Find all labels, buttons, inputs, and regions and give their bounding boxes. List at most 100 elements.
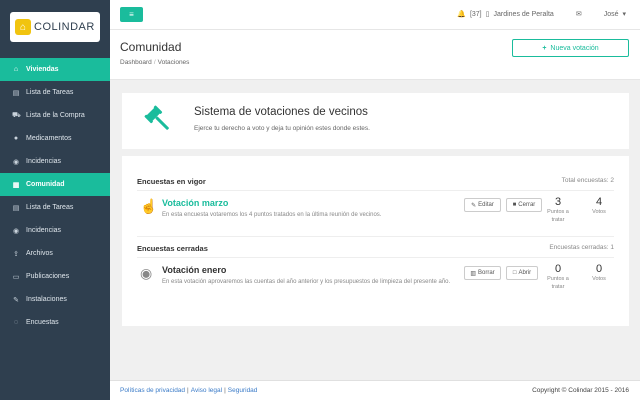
caret-down-icon[interactable]: ▾ [622,10,626,18]
sidebar-item-label: Viviendas [26,66,59,73]
page-header: Comunidad Dashboard / Votaciones + Nueva v… [110,30,640,80]
sidebar-item-archivos[interactable]: ⇪ Archivos [0,242,110,265]
sidebar-item-label: Comunidad [26,181,65,188]
close-survey-button[interactable]: ■ Cerrar [506,198,542,212]
copyright: Copyright © Colindar 2015 - 2016 [532,387,629,394]
newspaper-icon: ▭ [12,273,20,281]
plus-icon: + [542,44,547,52]
stat-votes-value: 0 [595,263,603,275]
sidebar-item-label: Medicamentos [26,135,72,142]
gavel-icon [144,105,169,130]
delete-button[interactable]: ▥ Borrar [464,266,501,280]
stat-votes-label: Votos [592,209,606,215]
sidebar-item-viviendas[interactable]: ⌂ Viviendas [0,58,110,81]
footer-separator: | [187,387,189,394]
sidebar-item-incidencias[interactable]: ◉ Incidencias [0,150,110,173]
divider [137,257,614,258]
stat-votes: 0 Votos [584,263,614,283]
new-vote-button[interactable]: + Nueva votación [512,39,629,57]
sidebar-item-label: Archivos [26,250,53,257]
sidebar-item-incidencias[interactable]: ◉ Incidencias [0,219,110,242]
breadcrumb: Dashboard / Votaciones [120,59,189,66]
open-surveys-title: Encuestas en vigor [137,177,206,186]
stat-votes-value: 4 [595,196,603,208]
stat-points-value: 3 [554,196,562,208]
security-link[interactable]: Seguridad [228,387,258,394]
edit-label: Editar [478,202,494,208]
stat-votes-label: Votos [592,276,606,282]
house-logo-icon: ⌂ [15,19,31,35]
page-title: Comunidad [120,40,182,54]
sidebar-item-publicaciones[interactable]: ▭ Publicaciones [0,265,110,288]
hero-subtitle: Ejerce tu derecho a voto y deja tu opini… [194,125,370,132]
stat-points-label: Puntos a tratar [547,209,569,223]
cart-icon: ⛟ [12,112,21,119]
divider [137,236,614,237]
new-vote-label: Nueva votación [550,44,599,52]
sidebar-item-label: Lista de la Compra [26,112,85,119]
open-label: Abrir [518,270,532,276]
sidebar-item-instalaciones[interactable]: ✎ Instalaciones [0,288,110,311]
eye-icon: ◉ [140,265,153,281]
mail-icon[interactable]: ✉ [576,10,582,18]
breadcrumb-current: Votaciones [157,59,190,66]
hero-title: Sistema de votaciones de vecinos [194,106,368,118]
sidebar-item-label: Incidencias [26,227,62,234]
survey-description: En esta encuesta votaremos los 4 puntos … [162,212,382,218]
stat-points: 0 Puntos a tratar [543,263,573,291]
sidebar-item-lista-de-tareas[interactable]: ▤ Lista de Tareas [0,81,110,104]
closed-surveys-title: Encuestas cerradas [137,244,208,253]
notification-count[interactable]: [37] [470,11,482,18]
sidebar: ⌂ COLINDAR ⌂ Viviendas ▤ Lista de Tareas ⛟ Li… [0,0,110,400]
stat-points: 3 Puntos a tratar [543,196,573,224]
home-icon: ⌂ [13,66,19,73]
hand-pointer-icon: ☝ [140,198,158,214]
survey-description: En esta votación aprovaremos las cuentas… [162,279,451,285]
building-icon: ▯ [485,11,490,18]
sidebar-item-medicamentos[interactable]: ● Medicamentos [0,127,110,150]
lock-icon: ■ [512,202,517,208]
chat-icon: ◌ [13,319,19,326]
menu-toggle-button[interactable]: ≡ [120,7,143,22]
sidebar-item-label: Publicaciones [26,273,70,280]
legal-link[interactable]: Aviso legal [191,387,222,394]
brand-name: COLINDAR [34,21,95,33]
footer: Políticas de privacidad | Aviso legal | Segu… [110,380,640,400]
user-menu[interactable]: José [604,11,619,18]
sidebar-item-label: Instalaciones [26,296,67,303]
stat-points-label: Puntos a tratar [547,276,569,290]
hamburger-icon: ≡ [129,10,134,19]
topbar: ≡ 🔔 [37] ▯ Jardines de Peralta ✉ José ▾ [110,0,640,30]
pill-icon: ● [13,135,19,142]
sidebar-item-label: Lista de Tareas [26,89,74,96]
delete-label: Borrar [478,270,495,276]
sidebar-item-encuestas[interactable]: ◌ Encuestas [0,311,110,334]
edit-button[interactable]: ✎ Editar [464,198,501,212]
open-surveys-count: Total encuestas: 2 [561,177,614,184]
divider [137,190,614,191]
trash-icon: ▥ [470,270,476,277]
unlock-icon: □ [512,270,517,276]
sidebar-item-lista-de-la-compra[interactable]: ⛟ Lista de la Compra [0,104,110,127]
sidebar-item-label: Encuestas [26,319,59,326]
breadcrumb-home[interactable]: Dashboard [120,59,152,66]
sidebar-nav: ⌂ Viviendas ▤ Lista de Tareas ⛟ Lista de la C… [0,58,110,334]
upload-icon: ⇪ [13,250,19,258]
open-survey-button[interactable]: □ Abrir [506,266,538,280]
bell-icon[interactable]: 🔔 [457,10,466,18]
breadcrumb-separator: / [153,59,156,66]
sidebar-item-lista-de-tareas[interactable]: ▤ Lista de Tareas [0,196,110,219]
stat-votes: 4 Votos [584,196,614,216]
community-name[interactable]: Jardines de Peralta [493,11,553,18]
surveys-panel: Encuestas en vigor Total encuestas: 2 ☝ … [122,156,629,326]
sidebar-item-comunidad[interactable]: ▦ Comunidad [0,173,110,196]
list-icon: ▤ [12,89,20,97]
alert-icon: ◉ [12,158,20,166]
survey-title[interactable]: Votación enero [162,265,226,275]
survey-title[interactable]: Votación marzo [162,198,228,208]
brand-logo[interactable]: ⌂ COLINDAR [10,12,100,42]
privacy-link[interactable]: Políticas de privacidad [120,387,185,394]
alert-icon: ◉ [12,227,20,235]
pencil-icon: ✎ [471,202,477,209]
closed-surveys-count: Encuestas cerradas: 1 [549,244,614,251]
